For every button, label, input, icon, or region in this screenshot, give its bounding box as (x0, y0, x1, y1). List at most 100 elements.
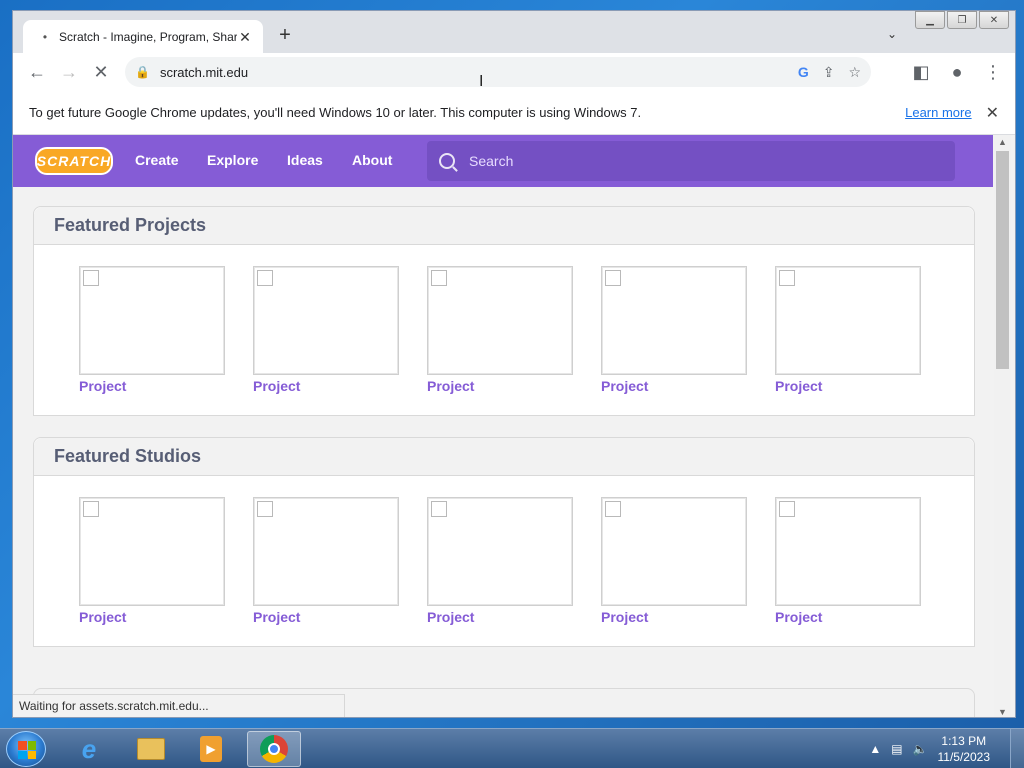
studio-thumbnail[interactable] (601, 497, 747, 606)
project-title[interactable]: Project (427, 378, 573, 394)
project-title[interactable]: Project (601, 378, 747, 394)
project-thumbnail[interactable] (427, 266, 573, 375)
bookmark-star-icon[interactable]: ☆ (848, 64, 861, 81)
broken-image-icon (779, 501, 795, 517)
project-title[interactable]: Project (253, 378, 399, 394)
show-desktop-button[interactable] (1010, 729, 1024, 768)
studio-title[interactable]: Project (253, 609, 399, 625)
nav-about[interactable]: About (352, 152, 392, 168)
vertical-scrollbar[interactable]: ▲ ▼ (994, 135, 1011, 717)
project-title[interactable]: Project (79, 378, 225, 394)
project-card[interactable]: Project (775, 266, 921, 394)
media-player-icon[interactable]: ▶ (184, 731, 238, 767)
studio-thumbnail[interactable] (775, 497, 921, 606)
scrollbar-thumb[interactable] (996, 151, 1009, 369)
broken-image-icon (431, 270, 447, 286)
project-title[interactable]: Project (775, 378, 921, 394)
menu-kebab-icon[interactable]: ⋮ (979, 58, 1007, 86)
nav-ideas[interactable]: Ideas (287, 152, 323, 168)
studio-title[interactable]: Project (427, 609, 573, 625)
studio-card[interactable]: Project (79, 497, 225, 625)
profile-avatar-icon[interactable]: ● (943, 58, 971, 86)
window-controls: ▁ ❐ ✕ (915, 11, 1009, 29)
section-title: Featured Projects (34, 207, 974, 245)
project-thumbnail[interactable] (253, 266, 399, 375)
studio-card[interactable]: Project (775, 497, 921, 625)
broken-image-icon (257, 270, 273, 286)
status-bubble: Waiting for assets.scratch.mit.edu... (13, 694, 345, 717)
studio-thumbnail[interactable] (79, 497, 225, 606)
close-window-button[interactable]: ✕ (979, 11, 1009, 29)
search-box[interactable] (427, 141, 955, 181)
broken-image-icon (83, 501, 99, 517)
studio-card[interactable]: Project (427, 497, 573, 625)
broken-image-icon (605, 501, 621, 517)
studio-thumbnail[interactable] (253, 497, 399, 606)
minimize-button[interactable]: ▁ (915, 11, 945, 29)
project-card[interactable]: Project (427, 266, 573, 394)
studio-card[interactable]: Project (253, 497, 399, 625)
show-hidden-icons[interactable]: ▲ (869, 742, 881, 756)
nav-create[interactable]: Create (135, 152, 179, 168)
studio-thumbnail[interactable] (427, 497, 573, 606)
loading-icon: • (42, 30, 48, 44)
browser-toolbar: ← → ✕ 🔒 scratch.mit.edu G ⇪ ☆ ◧ ● ⋮ (13, 53, 1015, 91)
stop-loading-button[interactable]: ✕ (87, 58, 115, 86)
section-title: Featured Studios (34, 438, 974, 476)
page-viewport: SCRATCH Create Explore Ideas About Featu… (13, 135, 1015, 717)
studio-card[interactable]: Project (601, 497, 747, 625)
clock-date: 11/5/2023 (937, 750, 991, 764)
broken-image-icon (779, 270, 795, 286)
scratch-navbar: SCRATCH Create Explore Ideas About (13, 135, 993, 187)
scratch-logo[interactable]: SCRATCH (35, 147, 113, 175)
share-icon[interactable]: ⇪ (823, 64, 835, 81)
learn-more-link[interactable]: Learn more (905, 105, 971, 120)
project-thumbnail[interactable] (775, 266, 921, 375)
google-lens-icon[interactable]: G (798, 64, 809, 80)
close-infobar-icon[interactable]: ✕ (986, 103, 999, 123)
studio-title[interactable]: Project (601, 609, 747, 625)
project-thumbnail[interactable] (79, 266, 225, 375)
project-card[interactable]: Project (79, 266, 225, 394)
studio-title[interactable]: Project (775, 609, 921, 625)
search-input[interactable] (469, 153, 869, 169)
restore-button[interactable]: ❐ (947, 11, 977, 29)
windows-taskbar: e ▶ ▲ ▤ 🔈 1:13 PM 11/5/2023 (0, 728, 1024, 768)
clock-time: 1:13 PM (941, 734, 987, 748)
scroll-up-icon[interactable]: ▲ (998, 137, 1007, 147)
tab-title: Scratch - Imagine, Program, Share (59, 30, 237, 44)
system-tray: ▲ ▤ 🔈 1:13 PM 11/5/2023 (869, 729, 1024, 768)
nav-explore[interactable]: Explore (207, 152, 258, 168)
close-tab-icon[interactable]: ✕ (237, 29, 253, 45)
file-explorer-icon[interactable] (124, 731, 178, 767)
tab-search-icon[interactable]: ⌄ (887, 27, 897, 41)
start-button[interactable] (6, 731, 46, 767)
scroll-down-icon[interactable]: ▼ (998, 707, 1007, 717)
lock-icon[interactable]: 🔒 (135, 65, 150, 79)
broken-image-icon (257, 501, 273, 517)
browser-tab[interactable]: • Scratch - Imagine, Program, Share ✕ (23, 20, 263, 54)
volume-muted-icon[interactable]: 🔈 (913, 742, 928, 756)
side-panel-icon[interactable]: ◧ (907, 58, 935, 86)
chrome-window: • Scratch - Imagine, Program, Share ✕ + … (12, 10, 1016, 718)
forward-button[interactable]: → (55, 58, 83, 86)
back-button[interactable]: ← (23, 58, 51, 86)
infobar-message: To get future Google Chrome updates, you… (29, 105, 642, 120)
network-icon[interactable]: ▤ (891, 742, 902, 756)
featured-studios-section: Featured Studios Project Project Project… (33, 437, 975, 647)
studio-title[interactable]: Project (79, 609, 225, 625)
broken-image-icon (83, 270, 99, 286)
update-infobar: To get future Google Chrome updates, you… (13, 91, 1015, 135)
broken-image-icon (431, 501, 447, 517)
project-card[interactable]: Project (253, 266, 399, 394)
chrome-icon[interactable] (247, 731, 301, 767)
windows-logo-icon (18, 741, 36, 759)
internet-explorer-icon[interactable]: e (62, 731, 116, 767)
featured-projects-section: Featured Projects Project Project Projec… (33, 206, 975, 416)
address-bar[interactable]: 🔒 scratch.mit.edu G ⇪ ☆ (125, 57, 871, 87)
project-card[interactable]: Project (601, 266, 747, 394)
new-tab-button[interactable]: + (275, 25, 295, 45)
project-thumbnail[interactable] (601, 266, 747, 375)
text-cursor-icon: I (479, 73, 484, 90)
clock[interactable]: 1:13 PM 11/5/2023 (938, 733, 991, 765)
